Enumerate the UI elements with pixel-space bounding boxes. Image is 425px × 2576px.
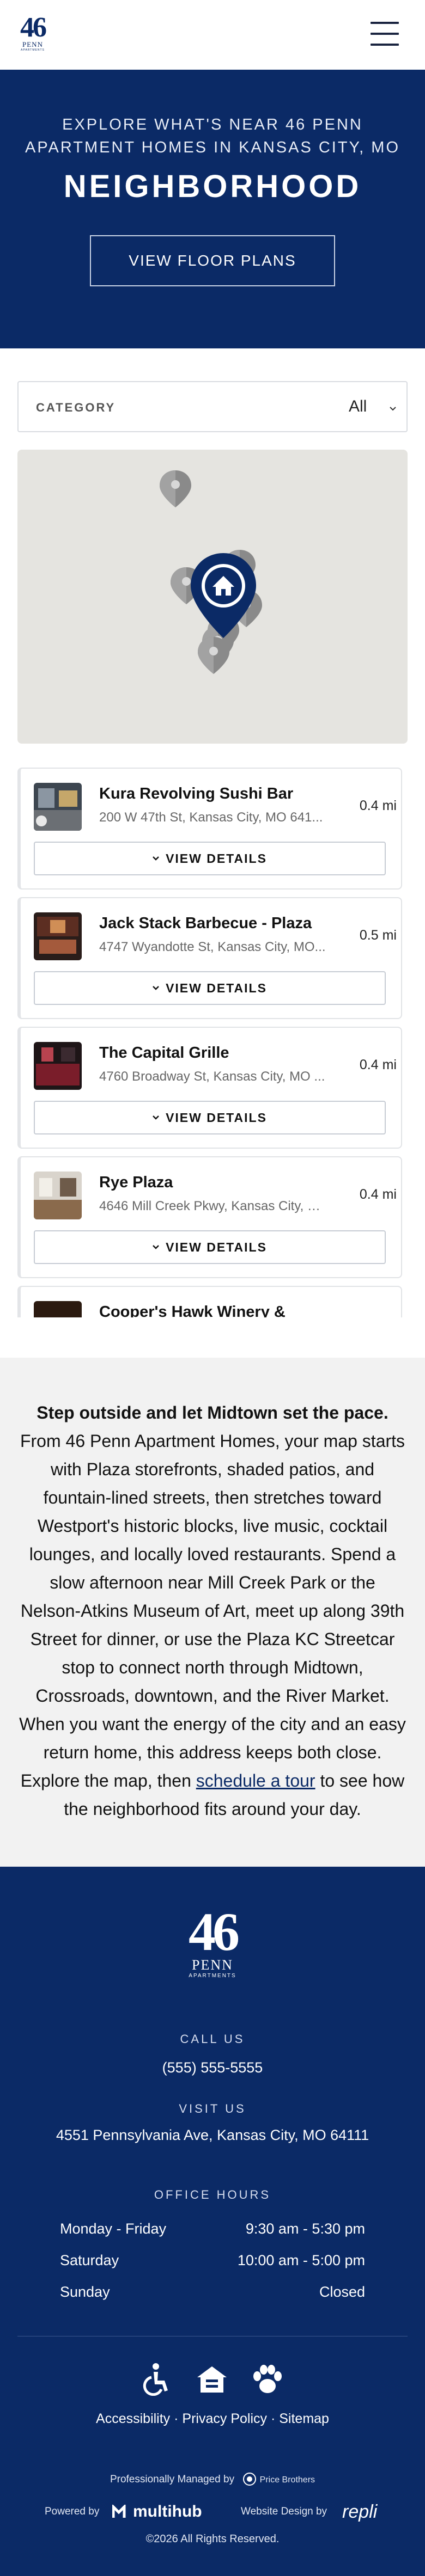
chevron-down-icon [390,407,396,411]
site-header: 46 PENN APARTMENTS [0,0,425,70]
description-text: Step outside and let Midtown set the pac… [17,1399,408,1823]
chevron-down-icon [153,1115,159,1120]
list-item[interactable]: The Capital Grille 4760 Broadway St, Kan… [17,1027,402,1149]
link-separator: · [174,2411,179,2426]
footer-logo[interactable]: 46 PENN APARTMENTS [184,1902,241,1988]
visit-us-label: VISIT US [179,2102,246,2115]
price-brothers-link[interactable]: Price Brothers [260,2475,315,2485]
footer-logo-tagline: APARTMENTS [189,1973,236,1979]
price-brothers-logo-icon [243,2473,257,2486]
managed-by: Professionally Managed by Price Brothers [0,2472,425,2486]
call-us-label: CALL US [180,2032,245,2046]
multihub-logo-icon [112,2505,126,2518]
place-name: Kura Revolving Sushi Bar [99,785,294,802]
footer-logo-name: PENN [192,1957,233,1973]
view-details-button[interactable]: VIEW DETAILS [34,1101,386,1134]
neighborhood-map[interactable] [17,450,408,744]
hero-banner: EXPLORE WHAT'S NEAR 46 PENN APARTMENT HO… [0,70,425,348]
list-item[interactable]: Jack Stack Barbecue - Plaza 4747 Wyandot… [17,897,402,1019]
hours-day: Saturday [60,2252,119,2268]
hours-time: 10:00 am - 5:00 pm [237,2252,365,2268]
hours-row: Saturday 10:00 am - 5:00 pm [60,2252,365,2274]
list-item[interactable]: Rye Plaza 4646 Mill Creek Pkwy, Kansas C… [17,1156,402,1278]
neighborhood-description: Step outside and let Midtown set the pac… [0,1358,425,1867]
website-design-text: Website Design by [241,2506,327,2517]
schedule-tour-link[interactable]: schedule a tour [196,1771,315,1790]
address-link[interactable]: 4551 Pennsylvania Ave, Kansas City, MO 6… [0,2127,425,2144]
hours-day: Monday - Friday [60,2221,167,2237]
hours-day: Sunday [60,2284,110,2300]
place-address: 4760 Broadway St, Kansas City, MO ... [99,1069,325,1084]
category-select[interactable]: CATEGORY All [17,381,408,432]
view-details-label: VIEW DETAILS [166,1240,267,1254]
place-name: Jack Stack Barbecue - Plaza [99,915,312,932]
place-address: 4646 Mill Creek Pkwy, Kansas City, M... [99,1199,328,1213]
chevron-down-icon [153,1245,159,1249]
category-selected-value: All [349,397,367,415]
place-address: 200 W 47th St, Kansas City, MO 641... [99,810,323,825]
view-details-label: VIEW DETAILS [166,1111,267,1125]
privacy-policy-link[interactable]: Privacy Policy [182,2411,267,2426]
accessibility-icon[interactable] [139,2362,173,2396]
site-logo[interactable]: 46 PENN APARTMENTS [17,14,48,54]
place-thumbnail [34,1301,82,1317]
sitemap-link[interactable]: Sitemap [279,2411,329,2426]
place-thumbnail [34,1042,82,1090]
place-thumbnail [34,783,82,831]
map-pin-icon[interactable] [160,470,191,507]
place-distance: 0.5 mi [359,928,397,943]
footer-links: Accessibility · Privacy Policy · Sitemap [0,2411,425,2427]
place-name: Rye Plaza [99,1174,173,1191]
repli-link[interactable]: repli [342,2501,377,2523]
view-details-button[interactable]: VIEW DETAILS [34,842,386,875]
accessibility-link[interactable]: Accessibility [96,2411,170,2426]
powered-by: Powered by multihub Website Design by re… [0,2501,425,2523]
logo-tagline: APARTMENTS [21,48,45,52]
chevron-down-icon [153,986,159,990]
hours-time: Closed [319,2284,365,2300]
places-list[interactable]: Kura Revolving Sushi Bar 200 W 47th St, … [17,768,408,1317]
description-lead: Step outside and let Midtown set the pac… [37,1403,388,1422]
multihub-link[interactable]: multihub [133,2503,202,2521]
powered-by-text: Powered by [45,2506,100,2517]
list-item[interactable]: Cooper's Hawk Winery & [17,1286,402,1317]
link-separator: · [270,2411,276,2426]
equal-housing-icon[interactable] [196,2365,228,2395]
view-details-label: VIEW DETAILS [166,851,267,866]
place-address: 4747 Wyandotte St, Kansas City, MO... [99,940,326,954]
view-details-label: VIEW DETAILS [166,981,267,995]
place-distance: 0.4 mi [359,1057,397,1072]
hamburger-menu-icon[interactable] [371,22,399,46]
site-footer: 46 PENN APARTMENTS CALL US (555) 555-555… [0,1867,425,2576]
pet-paw-icon[interactable] [251,2364,284,2396]
hero-kicker: EXPLORE WHAT'S NEAR 46 PENN APARTMENT HO… [25,116,400,156]
place-thumbnail [34,1172,82,1219]
office-hours-label: OFFICE HOURS [154,2188,271,2201]
place-name: The Capital Grille [99,1044,229,1062]
phone-link[interactable]: (555) 555-5555 [0,2059,425,2076]
hours-row: Sunday Closed [60,2284,365,2305]
copyright: ©2026 All Rights Reserved. [145,2533,280,2545]
place-thumbnail [34,912,82,960]
hours-time: 9:30 am - 5:30 pm [245,2221,365,2237]
list-item[interactable]: Kura Revolving Sushi Bar 200 W 47th St, … [17,768,402,890]
map-canvas[interactable] [17,450,408,744]
footer-icons [139,2362,286,2400]
place-name: Cooper's Hawk Winery & [99,1303,286,1317]
view-floor-plans-button[interactable]: VIEW FLOOR PLANS [90,235,335,286]
view-details-button[interactable]: VIEW DETAILS [34,971,386,1005]
category-label: CATEGORY [36,401,116,414]
view-details-button[interactable]: VIEW DETAILS [34,1230,386,1264]
description-body: From 46 Penn Apartment Homes, your map s… [19,1431,406,1790]
map-pin-icon[interactable] [198,637,229,674]
footer-logo-number: 46 [189,1902,240,1962]
logo-number: 46 [20,12,47,43]
page-title: NEIGHBORHOOD [63,169,362,204]
place-distance: 0.4 mi [359,1187,397,1202]
chevron-down-icon [153,856,159,861]
place-distance: 0.4 mi [359,798,397,813]
hours-row: Monday - Friday 9:30 am - 5:30 pm [60,2221,365,2242]
managed-by-text: Professionally Managed by [110,2474,235,2485]
